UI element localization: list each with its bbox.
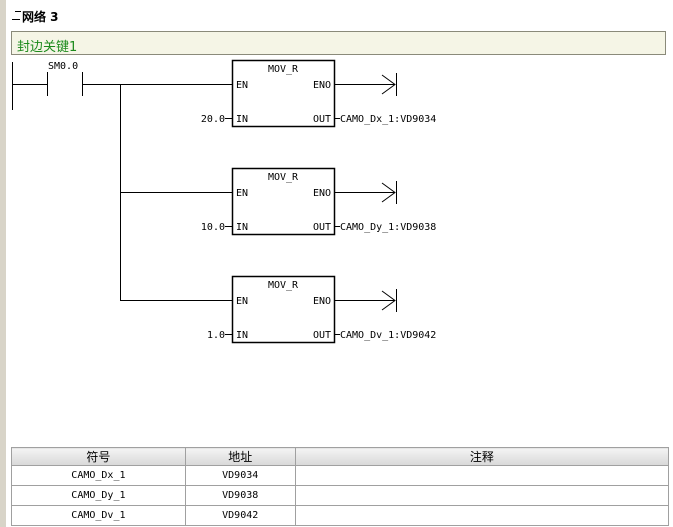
comment-cell[interactable] xyxy=(294,505,670,526)
address-cell[interactable]: VD9034 xyxy=(184,465,296,486)
contact-sm0-0[interactable] xyxy=(12,72,121,96)
box-en-label: EN xyxy=(236,296,248,307)
mov-r-box-2[interactable]: MOV_R EN ENO IN OUT 10.0 CAMO_Dy_1:VD903… xyxy=(201,167,436,236)
box-eno-label: ENO xyxy=(313,80,331,91)
comment-cell[interactable] xyxy=(294,465,670,486)
in-operand[interactable]: 1.0 xyxy=(207,330,225,341)
address-cell[interactable]: VD9038 xyxy=(184,485,296,506)
box-in-label: IN xyxy=(236,114,248,125)
box-out-label: OUT xyxy=(313,330,331,341)
out-operand[interactable]: CAMO_Dy_1:VD9038 xyxy=(340,222,436,233)
eno-output-arrow-icon xyxy=(335,73,397,96)
box-in-label: IN xyxy=(236,222,248,233)
contact-address[interactable]: SM0.0 xyxy=(48,61,78,72)
column-header-symbol[interactable]: 符号 xyxy=(11,447,186,466)
address-cell[interactable]: VD9042 xyxy=(184,505,296,526)
table-row[interactable]: CAMO_Dv_1 VD9042 xyxy=(11,505,670,526)
symbol-cell[interactable]: CAMO_Dy_1 xyxy=(11,485,186,506)
box-in-label: IN xyxy=(236,330,248,341)
symbol-cell[interactable]: CAMO_Dv_1 xyxy=(11,505,186,526)
box-title: MOV_R xyxy=(268,280,299,291)
box-out-label: OUT xyxy=(313,114,331,125)
box-out-label: OUT xyxy=(313,222,331,233)
out-operand[interactable]: CAMO_Dv_1:VD9042 xyxy=(340,330,436,341)
in-operand[interactable]: 20.0 xyxy=(201,114,225,125)
mov-r-box-1[interactable]: MOV_R EN ENO IN OUT 20.0 CAMO_Dx_1:VD903… xyxy=(201,59,436,128)
symbol-table: 符号 地址 注释 CAMO_Dx_1 VD9034 CAMO_Dy_1 VD90… xyxy=(11,447,670,526)
symbol-cell[interactable]: CAMO_Dx_1 xyxy=(11,465,186,486)
table-row[interactable]: CAMO_Dx_1 VD9034 xyxy=(11,465,670,486)
column-header-comment[interactable]: 注释 xyxy=(294,447,670,466)
table-row[interactable]: CAMO_Dy_1 VD9038 xyxy=(11,485,670,506)
eno-output-arrow-icon xyxy=(335,289,397,312)
comment-cell[interactable] xyxy=(294,485,670,506)
box-en-label: EN xyxy=(236,188,248,199)
box-title: MOV_R xyxy=(268,64,299,75)
eno-output-arrow-icon xyxy=(335,181,397,204)
mov-r-box-3[interactable]: MOV_R EN ENO IN OUT 1.0 CAMO_Dv_1:VD9042 xyxy=(207,275,436,344)
box-title: MOV_R xyxy=(268,172,299,183)
box-eno-label: ENO xyxy=(313,296,331,307)
column-header-address[interactable]: 地址 xyxy=(184,447,296,466)
box-eno-label: ENO xyxy=(313,188,331,199)
ladder-diagram: MOV_R EN ENO IN OUT 20.0 CAMO_Dx_1:VD903… xyxy=(12,59,436,344)
out-operand[interactable]: CAMO_Dx_1:VD9034 xyxy=(340,114,436,125)
box-en-label: EN xyxy=(236,80,248,91)
in-operand[interactable]: 10.0 xyxy=(201,222,225,233)
